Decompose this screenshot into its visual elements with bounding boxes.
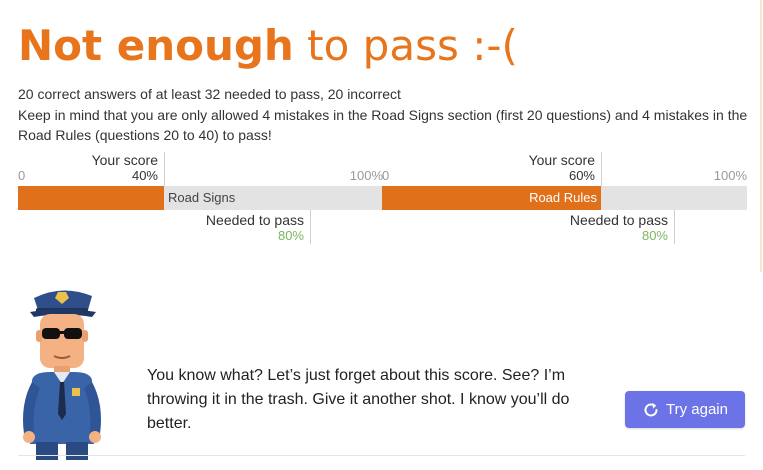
section-name-label: Road Rules [529,190,597,205]
result-title: Not enough to pass :-( [18,20,518,72]
try-again-button[interactable]: Try again [625,391,745,428]
road-signs-score-chart: 0 100% Your score 40% Road Signs Needed … [18,150,383,250]
section-name-label: Road Signs [168,190,236,205]
encouragement-message: You know what? Let’s just forget about t… [147,367,570,432]
result-summary: 20 correct answers of at least 32 needed… [18,84,758,146]
summary-line-1: 20 correct answers of at least 32 needed… [18,86,401,102]
needed-to-pass-label: Needed to pass [205,212,304,228]
score-marker-line [601,152,602,186]
your-score-label: Your score [91,152,158,168]
road-rules-score-chart: 0 100% Your score 60% Road Rules Needed … [382,150,747,250]
summary-line-2: Keep in mind that you are only allowed 4… [18,106,748,144]
scale-min-label: 0 [382,168,390,183]
your-score-value: 40% [131,168,158,183]
scale-max-label: 100% [713,168,747,183]
score-bar-track: Road Rules [382,186,747,210]
needed-to-pass-label: Needed to pass [569,212,668,228]
needed-to-pass-value: 80% [277,228,304,243]
score-marker-line [164,152,165,186]
your-score-value: 60% [568,168,595,183]
result-title-rest: to pass :-( [293,21,518,70]
your-score-label: Your score [528,152,595,168]
scale-max-label: 100% [349,168,383,183]
try-again-label: Try again [666,401,728,418]
bottom-divider [18,455,745,456]
refresh-icon [644,402,658,416]
score-bar-fill [18,186,164,210]
police-officer-mascot [23,290,101,460]
result-title-strong: Not enough [18,21,294,70]
score-bar-track: Road Signs [18,186,383,210]
scale-min-label: 0 [18,168,26,183]
right-divider [760,0,762,272]
needed-to-pass-value: 80% [641,228,668,243]
